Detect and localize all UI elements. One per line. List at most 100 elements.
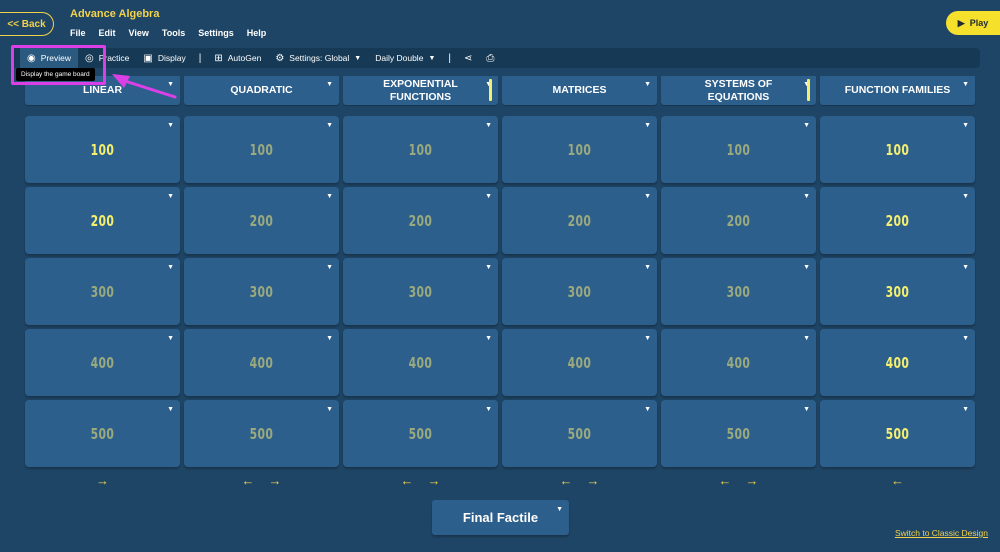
- caret-down-icon[interactable]: ▼: [803, 406, 810, 413]
- practice-button[interactable]: ◎ Practice: [78, 48, 136, 68]
- value-tile[interactable]: 100 ▼: [343, 116, 498, 183]
- daily-double-dropdown[interactable]: Daily Double ▼: [368, 48, 442, 68]
- caret-down-icon[interactable]: ▼: [962, 335, 969, 342]
- value-tile[interactable]: 300 ▼: [661, 258, 816, 325]
- caret-down-icon[interactable]: ▼: [962, 122, 969, 129]
- print-button[interactable]: ⎙: [479, 48, 501, 68]
- value-tile[interactable]: 300 ▼: [25, 258, 180, 325]
- value-tile[interactable]: 500 ▼: [661, 400, 816, 467]
- settings-dropdown[interactable]: ⚙ Settings: Global ▼: [268, 48, 368, 68]
- caret-down-icon[interactable]: ▼: [803, 335, 810, 342]
- caret-down-icon[interactable]: ▼: [962, 406, 969, 413]
- caret-down-icon[interactable]: ▼: [326, 406, 333, 413]
- arrow-left-icon[interactable]: ←: [560, 473, 573, 488]
- arrow-right-icon[interactable]: →: [587, 473, 600, 488]
- value-tile[interactable]: 300 ▼: [184, 258, 339, 325]
- caret-down-icon[interactable]: ▼: [644, 78, 651, 91]
- caret-down-icon[interactable]: ▼: [644, 406, 651, 413]
- menu-settings[interactable]: Settings: [198, 28, 234, 38]
- caret-down-icon[interactable]: ▼: [485, 406, 492, 413]
- menu-tools[interactable]: Tools: [162, 28, 185, 38]
- value-tile[interactable]: 300 ▼: [502, 258, 657, 325]
- caret-down-icon[interactable]: ▼: [167, 264, 174, 271]
- display-button[interactable]: ▣ Display: [136, 48, 192, 68]
- caret-down-icon[interactable]: ▼: [326, 122, 333, 129]
- value-tile[interactable]: 400 ▼: [184, 329, 339, 396]
- value-tile[interactable]: 200 ▼: [343, 187, 498, 254]
- caret-down-icon[interactable]: ▼: [485, 193, 492, 200]
- caret-down-icon[interactable]: ▼: [167, 193, 174, 200]
- value-tile[interactable]: 500 ▼: [343, 400, 498, 467]
- arrow-left-icon[interactable]: ←: [891, 473, 904, 488]
- arrow-left-icon[interactable]: ←: [242, 473, 255, 488]
- share-button[interactable]: ⋖: [457, 48, 479, 68]
- caret-down-icon[interactable]: ▼: [962, 78, 969, 91]
- arrow-right-icon[interactable]: →: [96, 473, 109, 488]
- caret-down-icon[interactable]: ▼: [326, 193, 333, 200]
- category-header[interactable]: MATRICES ▼: [502, 76, 657, 105]
- caret-down-icon[interactable]: ▼: [167, 78, 174, 91]
- value-tile[interactable]: 400 ▼: [502, 329, 657, 396]
- value-tile[interactable]: 400 ▼: [820, 329, 975, 396]
- category-header[interactable]: SYSTEMS OF EQUATIONS▼: [661, 76, 816, 105]
- menu-help[interactable]: Help: [247, 28, 267, 38]
- value-tile[interactable]: 100 ▼: [502, 116, 657, 183]
- menu-view[interactable]: View: [129, 28, 149, 38]
- caret-down-icon[interactable]: ▼: [167, 406, 174, 413]
- value-tile[interactable]: 100 ▼: [820, 116, 975, 183]
- arrow-left-icon[interactable]: ←: [401, 473, 414, 488]
- menu-edit[interactable]: Edit: [99, 28, 116, 38]
- value-tile[interactable]: 400 ▼: [25, 329, 180, 396]
- category-header[interactable]: QUADRATIC ▼: [184, 76, 339, 105]
- caret-down-icon[interactable]: ▼: [962, 193, 969, 200]
- preview-label: Preview: [40, 53, 71, 63]
- caret-down-icon[interactable]: ▼: [326, 335, 333, 342]
- value-tile[interactable]: 200 ▼: [502, 187, 657, 254]
- category-header[interactable]: EXPONENTIAL FUNCTIONS▼: [343, 76, 498, 105]
- value-tile[interactable]: 200 ▼: [820, 187, 975, 254]
- back-button[interactable]: << Back: [0, 12, 54, 36]
- arrow-right-icon[interactable]: →: [746, 473, 759, 488]
- play-button[interactable]: ▶ Play: [946, 11, 1000, 35]
- value-tile[interactable]: 100 ▼: [184, 116, 339, 183]
- value-tile[interactable]: 200 ▼: [661, 187, 816, 254]
- caret-down-icon[interactable]: ▼: [803, 193, 810, 200]
- value-tile[interactable]: 200 ▼: [25, 187, 180, 254]
- caret-down-icon[interactable]: ▼: [485, 335, 492, 342]
- value-tile[interactable]: 300 ▼: [820, 258, 975, 325]
- final-factile-button[interactable]: Final Factile ▼: [432, 500, 569, 535]
- caret-down-icon[interactable]: ▼: [644, 264, 651, 271]
- value-tile[interactable]: 400 ▼: [343, 329, 498, 396]
- value-tile[interactable]: 100 ▼: [25, 116, 180, 183]
- value-tile[interactable]: 400 ▼: [661, 329, 816, 396]
- arrow-right-icon[interactable]: →: [269, 473, 282, 488]
- caret-down-icon[interactable]: ▼: [803, 122, 810, 129]
- preview-button[interactable]: ◉ Preview: [20, 48, 78, 68]
- value-tile[interactable]: 500 ▼: [184, 400, 339, 467]
- caret-down-icon[interactable]: ▼: [644, 335, 651, 342]
- menu-file[interactable]: File: [70, 28, 86, 38]
- tile-value: 300: [885, 282, 910, 301]
- switch-classic-link[interactable]: Switch to Classic Design: [895, 528, 988, 538]
- arrow-left-icon[interactable]: ←: [719, 473, 732, 488]
- caret-down-icon[interactable]: ▼: [644, 122, 651, 129]
- arrow-right-icon[interactable]: →: [428, 473, 441, 488]
- value-tile[interactable]: 500 ▼: [820, 400, 975, 467]
- caret-down-icon[interactable]: ▼: [556, 506, 563, 513]
- category-header[interactable]: FUNCTION FAMILIES ▼: [820, 76, 975, 105]
- caret-down-icon[interactable]: ▼: [803, 264, 810, 271]
- value-tile[interactable]: 200 ▼: [184, 187, 339, 254]
- caret-down-icon[interactable]: ▼: [167, 335, 174, 342]
- autogen-button[interactable]: ⊞ AutoGen: [207, 48, 268, 68]
- caret-down-icon[interactable]: ▼: [326, 264, 333, 271]
- caret-down-icon[interactable]: ▼: [644, 193, 651, 200]
- caret-down-icon[interactable]: ▼: [962, 264, 969, 271]
- value-tile[interactable]: 300 ▼: [343, 258, 498, 325]
- caret-down-icon[interactable]: ▼: [485, 122, 492, 129]
- value-tile[interactable]: 500 ▼: [502, 400, 657, 467]
- caret-down-icon[interactable]: ▼: [485, 264, 492, 271]
- caret-down-icon[interactable]: ▼: [326, 78, 333, 91]
- value-tile[interactable]: 500 ▼: [25, 400, 180, 467]
- caret-down-icon[interactable]: ▼: [167, 122, 174, 129]
- value-tile[interactable]: 100 ▼: [661, 116, 816, 183]
